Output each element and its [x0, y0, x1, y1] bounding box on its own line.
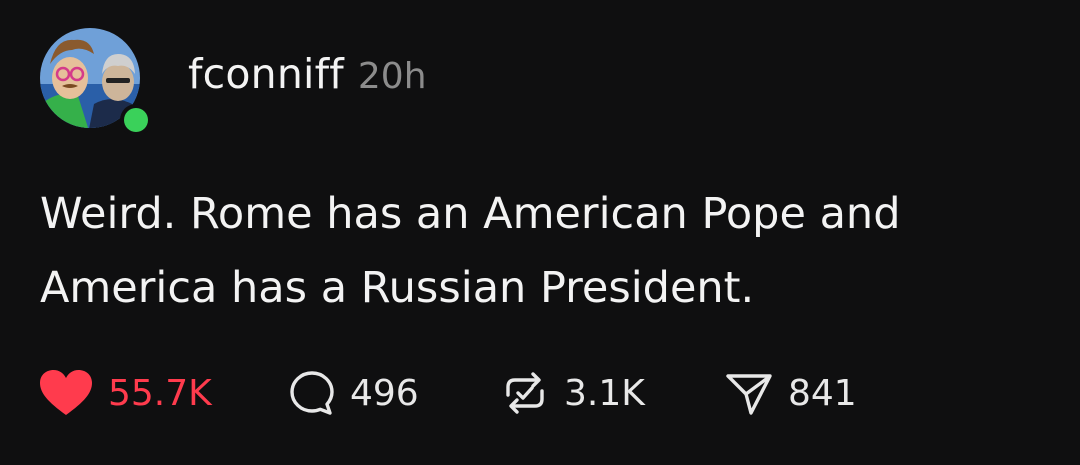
- post-header: fconniff 20h: [188, 50, 427, 106]
- comment-icon: [288, 369, 336, 417]
- post-text-line: America has a Russian President.: [40, 263, 755, 313]
- post-card: fconniff 20h Weird. Rome has an American…: [0, 0, 1080, 465]
- post-text: Weird. Rome has an American Pope and Ame…: [40, 177, 1040, 325]
- repost-icon: [500, 369, 550, 417]
- repost-count: 3.1K: [564, 372, 645, 414]
- like-count: 55.7K: [108, 372, 212, 414]
- reply-count: 496: [350, 372, 419, 414]
- send-icon: [724, 369, 774, 417]
- username-link[interactable]: fconniff: [188, 50, 344, 98]
- share-count: 841: [788, 372, 857, 414]
- repost-button[interactable]: 3.1K: [500, 364, 645, 422]
- heart-icon: [38, 368, 94, 418]
- post-text-line: Weird. Rome has an American Pope and: [40, 189, 901, 239]
- action-bar: 55.7K 496 3.1K 841: [38, 364, 938, 422]
- share-button[interactable]: 841: [724, 364, 857, 422]
- online-status-dot: [124, 108, 148, 132]
- like-button[interactable]: 55.7K: [38, 364, 212, 422]
- post-timestamp: 20h: [357, 56, 427, 97]
- avatar[interactable]: [38, 24, 150, 134]
- reply-button[interactable]: 496: [288, 364, 419, 422]
- avatar-image: [40, 28, 150, 134]
